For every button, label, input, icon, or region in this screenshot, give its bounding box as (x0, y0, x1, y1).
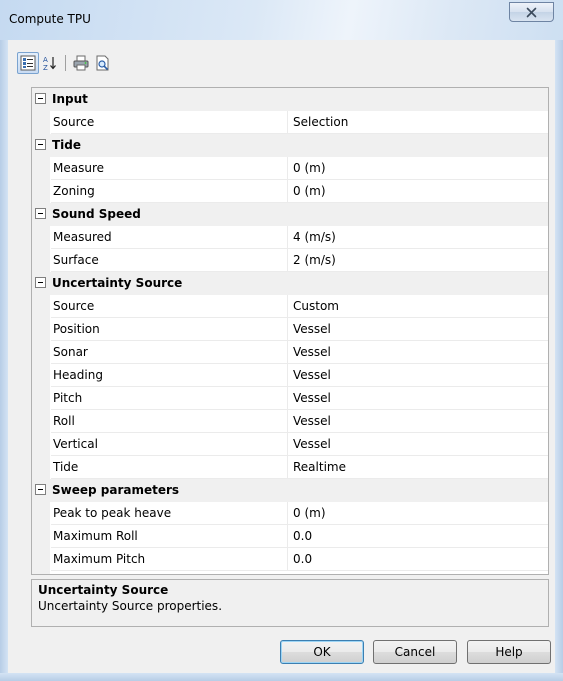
property-name: Position (53, 322, 100, 336)
property-value[interactable]: Vessel (288, 318, 548, 340)
property-value[interactable]: Custom (288, 295, 548, 317)
property-name: Maximum Roll (53, 529, 138, 543)
property-row[interactable]: Pitch Vessel (32, 387, 548, 410)
property-row[interactable]: Source Custom (32, 295, 548, 318)
row-divider (51, 570, 548, 571)
cancel-button[interactable]: Cancel (373, 640, 457, 664)
property-row[interactable]: Heading Vessel (32, 364, 548, 387)
property-value[interactable]: 0.0 (288, 548, 548, 570)
svg-text:Z: Z (43, 64, 48, 71)
ok-button[interactable]: OK (280, 640, 364, 664)
svg-text:A: A (43, 56, 48, 64)
property-row[interactable]: Maximum Pitch 0.0 (32, 548, 548, 571)
category-uncertainty-source[interactable]: Uncertainty Source (32, 272, 548, 295)
property-row[interactable]: Source Selection (32, 111, 548, 134)
category-label: Sound Speed (52, 207, 141, 221)
property-name: Tide (53, 460, 79, 474)
property-name: Surface (53, 253, 99, 267)
title-bar[interactable]: Compute TPU (0, 0, 563, 40)
property-name: Source (53, 299, 95, 313)
property-name: Source (53, 115, 95, 129)
window-title: Compute TPU (9, 12, 91, 26)
frame-bottom (0, 673, 563, 681)
property-value[interactable]: Selection (288, 111, 548, 133)
property-name: Zoning (53, 184, 95, 198)
property-value[interactable]: 2 (m/s) (288, 249, 548, 271)
property-grid: Input Source Selection Tide Measure 0 (m… (31, 87, 549, 575)
property-row[interactable]: Measured 4 (m/s) (32, 226, 548, 249)
compute-tpu-dialog: Compute TPU A Z Input Source Selection T… (0, 0, 563, 681)
help-description: Uncertainty Source properties. (38, 599, 223, 613)
help-button[interactable]: Help (467, 640, 551, 664)
property-value[interactable]: 0 (m) (288, 502, 548, 524)
property-row[interactable]: Zoning 0 (m) (32, 180, 548, 203)
category-sound-speed[interactable]: Sound Speed (32, 203, 548, 226)
sort-alphabetical-button[interactable]: A Z (39, 52, 61, 74)
property-row[interactable]: Roll Vessel (32, 410, 548, 433)
property-value[interactable]: Vessel (288, 433, 548, 455)
property-row[interactable]: Measure 0 (m) (32, 157, 548, 180)
print-button[interactable] (70, 52, 92, 74)
property-value[interactable]: 0.0 (288, 525, 548, 547)
preview-icon (96, 55, 109, 71)
property-value[interactable]: 0 (m) (288, 157, 548, 179)
property-row[interactable]: Vertical Vessel (32, 433, 548, 456)
property-name: Heading (53, 368, 103, 382)
property-row[interactable]: Peak to peak heave 0 (m) (32, 502, 548, 525)
sort-alpha-icon: A Z (43, 56, 56, 71)
property-value[interactable]: 4 (m/s) (288, 226, 548, 248)
category-label: Input (52, 92, 88, 106)
toolbar-separator (65, 55, 66, 71)
property-value[interactable]: Vessel (288, 410, 548, 432)
collapse-icon[interactable] (35, 277, 46, 288)
property-name: Pitch (53, 391, 83, 405)
property-name: Peak to peak heave (53, 506, 172, 520)
close-icon (526, 7, 537, 17)
property-help-panel: Uncertainty Source Uncertainty Source pr… (31, 579, 549, 627)
categorized-button[interactable] (17, 52, 39, 74)
property-name: Roll (53, 414, 75, 428)
category-sweep-parameters[interactable]: Sweep parameters (32, 479, 548, 502)
property-row[interactable]: Position Vessel (32, 318, 548, 341)
property-value[interactable]: Vessel (288, 364, 548, 386)
collapse-icon[interactable] (35, 208, 46, 219)
property-name: Vertical (53, 437, 98, 451)
collapse-icon[interactable] (35, 93, 46, 104)
property-row[interactable]: Sonar Vessel (32, 341, 548, 364)
property-value[interactable]: Vessel (288, 341, 548, 363)
category-input[interactable]: Input (32, 88, 548, 111)
print-preview-button[interactable] (92, 52, 114, 74)
category-label: Uncertainty Source (52, 276, 183, 290)
property-name: Maximum Pitch (53, 552, 146, 566)
property-row[interactable]: Surface 2 (m/s) (32, 249, 548, 272)
property-name: Sonar (53, 345, 88, 359)
category-label: Tide (52, 138, 82, 152)
help-title: Uncertainty Source (38, 583, 169, 597)
category-label: Sweep parameters (52, 483, 180, 497)
property-value[interactable]: Vessel (288, 387, 548, 409)
property-grid-toolbar: A Z (17, 52, 114, 74)
property-row[interactable]: Maximum Roll 0.0 (32, 525, 548, 548)
property-name: Measured (53, 230, 112, 244)
property-row[interactable]: Tide Realtime (32, 456, 548, 479)
property-value[interactable]: 0 (m) (288, 180, 548, 202)
frame-left (0, 40, 8, 681)
frame-right (555, 40, 563, 681)
collapse-icon[interactable] (35, 484, 46, 495)
property-value[interactable]: Realtime (288, 456, 548, 478)
categorized-icon (20, 55, 36, 71)
property-name: Measure (53, 161, 104, 175)
print-icon (73, 55, 89, 71)
category-tide[interactable]: Tide (32, 134, 548, 157)
close-button[interactable] (509, 2, 554, 22)
collapse-icon[interactable] (35, 139, 46, 150)
